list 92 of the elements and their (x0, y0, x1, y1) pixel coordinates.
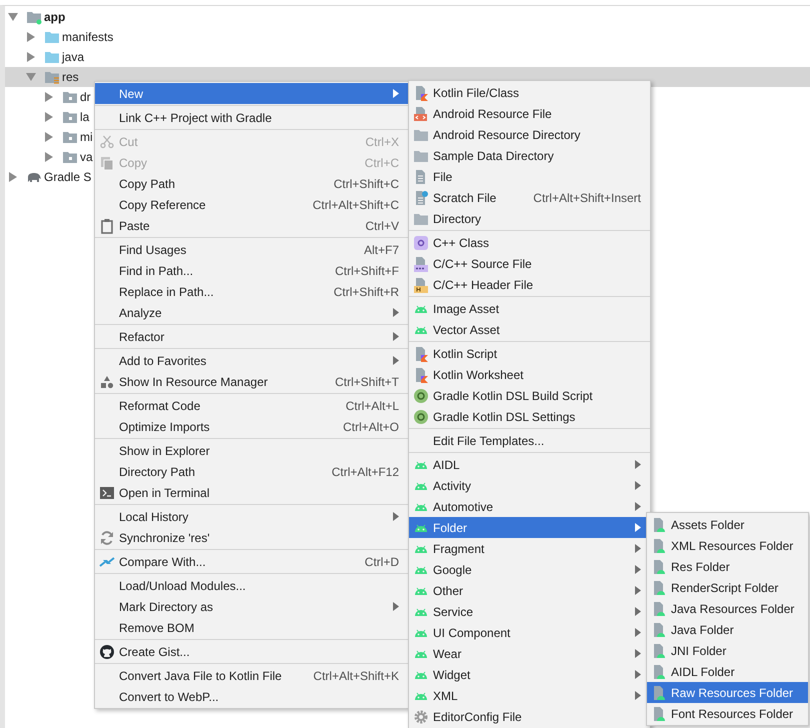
menu-item-label: Find in Path... (119, 262, 194, 280)
menu-item-label: Service (433, 604, 474, 620)
shortcut-label: Ctrl+V (365, 218, 399, 234)
menu-item-label: Copy (119, 154, 148, 172)
shortcut-label: Ctrl+Alt+L (346, 398, 399, 414)
menu-item-label: Kotlin File/Class (433, 84, 520, 102)
menu-item-label: Vector Asset (433, 322, 500, 338)
menu-item-label: Remove BOM (119, 620, 194, 636)
menu-item-label: Load/Unload Modules... (119, 578, 246, 594)
menu-item-label: Cut (119, 134, 138, 150)
menu-item-label: Mark Directory as (119, 598, 214, 616)
menu-item-label: RenderScript Folder (671, 580, 778, 596)
menu-item-label: JNI Folder (671, 642, 726, 660)
tree-label: manifests (62, 29, 114, 46)
menu-item-label: Paste (119, 218, 150, 234)
shortcut-label: Ctrl+Shift+T (334, 374, 399, 390)
menu-item-label: Widget (433, 666, 470, 684)
shortcut-label: Ctrl+Alt+F12 (332, 464, 399, 480)
shortcut-label: Ctrl+X (365, 134, 399, 150)
menu-item-label: New (119, 86, 144, 102)
menu-item-label: Create Gist... (119, 644, 190, 660)
tree-label: mi (80, 129, 93, 146)
menu-item-label: Sample Data Directory (433, 148, 554, 164)
menu-item-label: Res Folder (671, 558, 730, 576)
shortcut-label: Ctrl+Alt+Shift+C (312, 196, 399, 214)
menu-item-label: Reformat Code (119, 398, 200, 414)
menu-item-label: Android Resource File (433, 106, 552, 122)
menu-item-label: Show in Explorer (119, 442, 210, 460)
menu-item-label: Compare With... (119, 554, 206, 570)
menu-item-label: Copy Reference (119, 196, 206, 214)
menu-item-label: C++ Class (433, 234, 490, 252)
menu-item-label: Kotlin Worksheet (433, 366, 524, 384)
menu-item-label: Synchronize 'res' (119, 530, 210, 546)
menu-item-label: Java Resources Folder (671, 600, 794, 618)
shortcut-label: Ctrl+Alt+O (342, 418, 399, 436)
shortcut-label: Alt+F7 (364, 242, 399, 258)
tree-label: va (80, 149, 93, 166)
menu-item-label: Gradle Kotlin DSL Build Script (433, 388, 593, 404)
menu-item-label: AIDL Folder (671, 664, 735, 680)
shortcut-label: Ctrl+Shift+F (334, 262, 399, 280)
menu-item-label: Other (433, 582, 464, 600)
menu-item-label: Font Resources Folder (671, 706, 794, 722)
menu-item-label: UI Component (433, 624, 510, 642)
tree-label: dr (80, 89, 91, 106)
menu-item-label: Local History (119, 508, 188, 526)
menu-item-label: Directory Path (119, 464, 196, 480)
menu-item-label: Automotive (433, 498, 494, 516)
menu-item-label: Raw Resources Folder (671, 684, 794, 702)
tree-label: app (44, 9, 66, 26)
menu-item-label: Edit File Templates... (433, 432, 544, 450)
menu-item-label: Activity (433, 478, 472, 494)
menu-item-label: Android Resource Directory (433, 126, 580, 144)
menu-item-label: Replace in Path... (119, 284, 214, 300)
tree-label: res (62, 69, 79, 86)
menu-item-label: Google (433, 562, 472, 578)
menu-item-label: Analyze (119, 304, 162, 322)
shortcut-label: Ctrl+C (364, 154, 399, 172)
menu-item-label: Link C++ Project with Gradle (119, 110, 272, 126)
shortcut-label: Ctrl+Shift+C (334, 176, 399, 192)
menu-item-label: Image Asset (433, 300, 500, 318)
menu-item-label: Refactor (119, 328, 164, 346)
menu-item-label: File (433, 168, 452, 186)
menu-item-label: Gradle Kotlin DSL Settings (433, 408, 576, 426)
menu-item-label: Fragment (433, 540, 484, 558)
menu-item-label: Add to Favorites (119, 352, 206, 370)
menu-item-label: AIDL (433, 456, 460, 474)
shortcut-label: Ctrl+Shift+R (334, 284, 399, 300)
menu-item-label: Assets Folder (671, 516, 744, 534)
menu-item-label: Copy Path (119, 176, 176, 192)
menu-item-label: Convert to WebP... (119, 688, 219, 706)
tree-label: Gradle S (44, 169, 92, 186)
menu-item-label: Folder (433, 520, 468, 536)
menu-item-label: Kotlin Script (433, 346, 498, 362)
menu-item-label: Java Folder (671, 622, 734, 638)
menu-item-label: C/C++ Header File (433, 276, 534, 294)
menu-item-label: Wear (433, 646, 462, 662)
menu-item-label: Directory (433, 210, 482, 228)
tree-label: la (80, 109, 90, 126)
menu-item-label: Scratch File (433, 190, 496, 206)
menu-item-label: Convert Java File to Kotlin File (119, 668, 282, 684)
menu-item-label: Optimize Imports (119, 418, 210, 436)
menu-item-label: XML Resources Folder (671, 538, 794, 554)
menu-item-label: Find Usages (119, 242, 186, 258)
shortcut-label: Ctrl+Alt+Shift+K (313, 668, 399, 684)
shortcut-label: Ctrl+Alt+Shift+Insert (533, 190, 641, 206)
tree-label: java (62, 49, 84, 66)
menu-item-label: XML (433, 688, 458, 704)
menu-item-label: Open in Terminal (119, 484, 210, 502)
shortcut-label: Ctrl+D (364, 554, 399, 570)
menu-item-label: Show In Resource Manager (119, 374, 268, 390)
menu-item-label: C/C++ Source File (433, 256, 532, 272)
menu-item-label: EditorConfig File (433, 708, 522, 726)
